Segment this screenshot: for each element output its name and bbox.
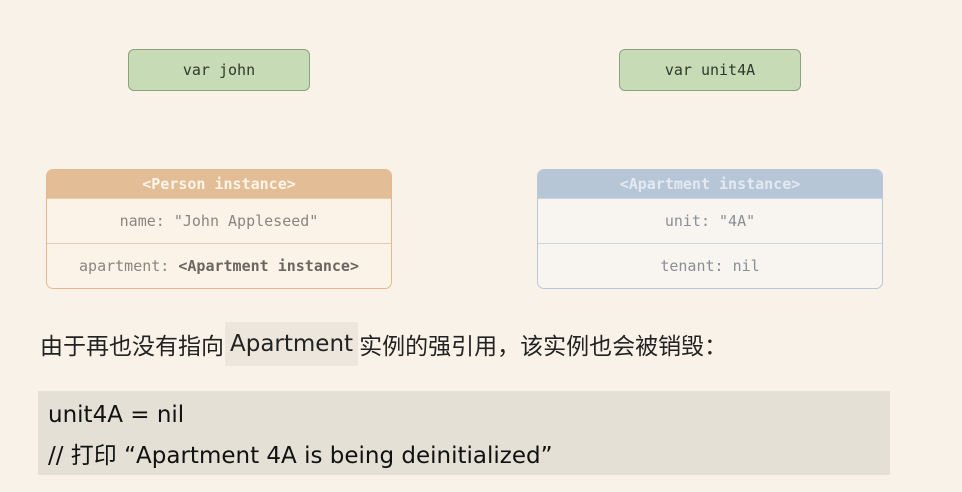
var-unit4a-label: var unit4A [664,61,756,79]
person-apartment-property: apartment: <Apartment instance> [47,243,391,288]
apartment-unit-property: unit: "4A" [538,198,882,243]
person-instance-header: <Person instance> [47,170,391,198]
code-block: unit4A = nil // 打印 “Apartment 4A is bein… [38,391,890,475]
explanation-prefix: 由于再也没有指向 [40,334,224,360]
person-apartment-label: apartment: [79,257,179,275]
var-unit4a-box: var unit4A [619,49,801,91]
var-john-label: var john [182,61,256,79]
var-john-box: var john [128,49,310,91]
explanation-text: 由于再也没有指向 Apartment 实例的强引用，该实例也会被销毁： [40,322,727,366]
person-name-property: name: "John Appleseed" [47,198,391,243]
apartment-instance-header: <Apartment instance> [538,170,882,198]
person-instance-box: <Person instance> name: "John Appleseed"… [46,169,392,289]
code-line-1: unit4A = nil [48,402,185,428]
explanation-suffix: 实例的强引用，该实例也会被销毁： [359,334,728,360]
apartment-tenant-property: tenant: nil [538,243,882,288]
code-line-2: // 打印 “Apartment 4A is being deinitializ… [48,443,553,469]
apartment-instance-box: <Apartment instance> unit: "4A" tenant: … [537,169,883,289]
person-apartment-value: <Apartment instance> [178,257,359,275]
apartment-inline-code: Apartment [225,322,359,366]
